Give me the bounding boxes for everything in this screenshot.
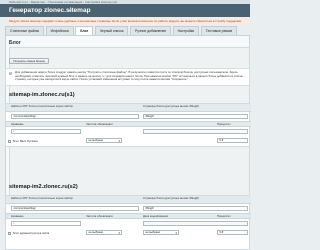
freq-select[interactable]: не выбрано <box>86 138 122 143</box>
module-alert: Модуль zlonec.sitemap содержит очень удо… <box>5 18 250 25</box>
table-header-row: Шаблон ЧПУ блога (относительно корня сай… <box>6 104 251 112</box>
star-icon[interactable]: ★ <box>68 9 72 14</box>
site-heading: sitemap-im2.zlonec.ru(s2) <box>9 184 78 190</box>
tab-settings[interactable]: Настройки <box>172 26 200 35</box>
priority-input[interactable]: 0.8 <box>217 138 248 143</box>
date-select[interactable]: не выбрано <box>143 230 179 235</box>
tab-test-mode[interactable]: Тестовые режим <box>200 26 237 35</box>
col-page-header: Страница блога (доступные вызов: #blog#) <box>143 196 199 200</box>
site-table: Шаблон ЧПУ блога (относительно корня сай… <box>5 103 251 147</box>
page-title: Генератор zlonec.sitemap <box>9 7 91 14</box>
page-suffix-input[interactable] <box>143 221 248 226</box>
priority-input[interactable]: 0.8 <box>217 230 248 235</box>
col-freq-header: Частота обновления <box>86 215 113 218</box>
tab-blacklist[interactable]: Черный список <box>94 26 129 35</box>
table-row: /communities/blog/ #blog# <box>6 113 251 120</box>
col-freq-header: Частота обновления <box>86 123 113 126</box>
page-suffix-input[interactable] <box>143 129 248 134</box>
tab-blog[interactable]: Блог <box>75 26 94 35</box>
template-suffix-input[interactable]: / <box>11 129 81 134</box>
template-input[interactable]: /communities/blog/ <box>11 206 139 211</box>
table-row: Блог Вася Пупкина не выбрано 0.8 <box>6 137 251 145</box>
site-table: Шаблон ЧПУ блога (относительно корня сай… <box>5 195 251 250</box>
col-page-header: Страница блога (доступные вызов: #blog#) <box>143 104 199 108</box>
get-blogs-button[interactable]: Получить список блогов <box>9 58 49 64</box>
col-name-header: Название <box>11 215 24 218</box>
col-date-header: Дата модификации <box>143 215 169 218</box>
table-header-row: Шаблон ЧПУ блога (относительно корня сай… <box>6 196 251 204</box>
table-row: Блог администратора сайта не выбрано не … <box>6 229 251 237</box>
blog-name: Блог Вася Пупкина <box>13 139 38 143</box>
page-input[interactable]: #blog# <box>143 206 248 211</box>
template-suffix-input[interactable]: / <box>11 221 81 226</box>
col-name-header: Название <box>11 123 24 126</box>
info-text: Для добавления нового блога следует нажа… <box>15 70 243 82</box>
col-priority-header: Приоритет <box>217 123 231 126</box>
col-priority-header: Приоритет <box>217 215 231 218</box>
info-icon: i <box>9 72 12 75</box>
table-row: / <box>6 220 251 228</box>
page-title-bar: Генератор zlonec.sitemap ★ <box>0 4 250 17</box>
table-row: / <box>6 128 251 136</box>
tab-manual-add[interactable]: Ручное добавление <box>129 26 172 35</box>
table-header-row: Название Частота обновления Дата модифик… <box>6 213 251 219</box>
col-template-header: Шаблон ЧПУ блога (относительно корня сай… <box>11 105 74 108</box>
table-row: /communities/blog/ #blog# <box>6 205 251 212</box>
col-template-header: Шаблон ЧПУ блога (относительно корня сай… <box>11 197 74 200</box>
blog-checkbox[interactable] <box>8 231 11 235</box>
blog-name: Блог администратора сайта <box>13 231 50 235</box>
info-box: i Для добавления нового блога следует на… <box>5 68 250 86</box>
page-input[interactable]: #blog# <box>143 114 248 119</box>
template-input[interactable]: /communities/blog/ <box>11 114 139 119</box>
site-heading: sitemap-im.zlonec.ru(s1) <box>9 92 75 98</box>
tab-bar: Статичные файлы Инфоблоки Блог Черный сп… <box>5 26 250 35</box>
blog-checkbox[interactable] <box>8 139 11 143</box>
table-header-row: Название Частота обновления Приоритет <box>6 121 251 127</box>
tab-iblocks[interactable]: Инфоблоки <box>45 26 74 35</box>
freq-select[interactable]: не выбрано <box>86 230 122 235</box>
section-title: Блог <box>9 40 21 46</box>
tab-static-files[interactable]: Статичные файлы <box>5 26 45 35</box>
